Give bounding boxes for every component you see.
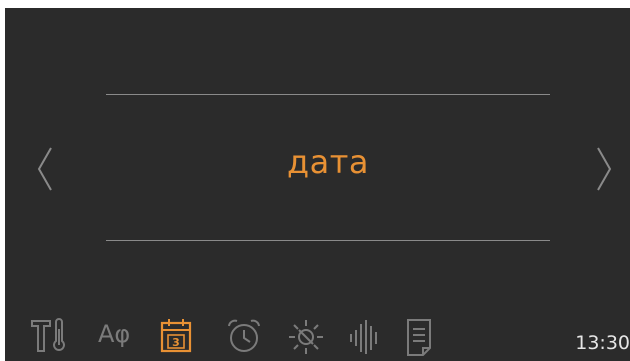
brightness-icon: [289, 320, 323, 354]
chevron-right-icon: [597, 147, 612, 191]
language-icon[interactable]: Aφ: [98, 320, 130, 348]
top-divider: [106, 94, 550, 95]
sound-menu-item[interactable]: [348, 317, 382, 359]
sound-icon: [350, 320, 377, 354]
document-icon: [407, 319, 431, 356]
bottom-divider: [106, 240, 550, 241]
bottom-menu-bar: Aφ 3 13:30: [5, 308, 630, 361]
display-screen: дата Aφ 3 13:30: [5, 8, 630, 361]
alarm-menu-item[interactable]: [226, 317, 262, 359]
tools-thermometer-icon: [31, 318, 65, 352]
clock-time: 13:30: [575, 332, 630, 354]
previous-button[interactable]: [34, 146, 56, 192]
settings-menu-item[interactable]: [29, 317, 65, 359]
alarm-clock-icon: [228, 319, 260, 352]
calendar-icon: 3: [160, 319, 192, 353]
calendar-day-number: 3: [172, 336, 180, 349]
brightness-menu-item[interactable]: [287, 317, 325, 359]
info-menu-item[interactable]: [403, 317, 437, 361]
date-menu-item[interactable]: 3: [159, 317, 195, 359]
menu-title: дата: [287, 143, 369, 181]
chevron-left-icon: [37, 147, 52, 191]
next-button[interactable]: [593, 146, 615, 192]
